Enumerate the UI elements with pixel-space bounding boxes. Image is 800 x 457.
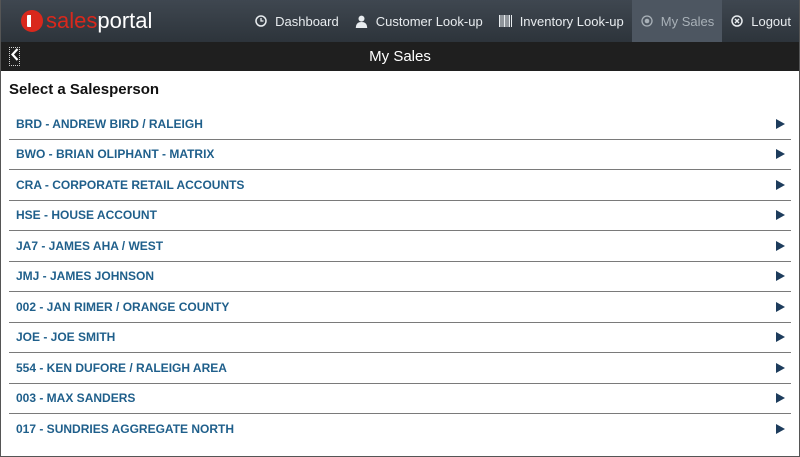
nav-inventory-lookup[interactable]: Inventory Look-up — [491, 0, 632, 42]
barcode-icon — [499, 14, 513, 28]
logo-door-icon — [21, 10, 43, 32]
play-arrow-icon — [776, 301, 785, 312]
nav-my-sales[interactable]: My Sales — [631, 0, 723, 42]
top-navbar: salesportal Dashboard Customer Look-up I… — [1, 0, 799, 42]
play-arrow-icon — [776, 118, 785, 129]
list-item[interactable]: JOE - JOE SMITH — [9, 323, 791, 353]
salesperson-list: BRD - ANDREW BIRD / RALEIGH BWO - BRIAN … — [9, 109, 791, 445]
salesperson-label: BWO - BRIAN OLIPHANT - MATRIX — [16, 147, 215, 162]
app-frame: salesportal Dashboard Customer Look-up I… — [0, 0, 800, 457]
salesperson-label: 554 - KEN DUFORE / RALEIGH AREA — [16, 360, 227, 375]
nav-logout-label: Logout — [751, 13, 791, 29]
play-arrow-icon — [776, 332, 785, 343]
salesperson-label: 003 - MAX SANDERS — [16, 391, 136, 406]
salesperson-label: 002 - JAN RIMER / ORANGE COUNTY — [16, 299, 230, 314]
target-icon — [640, 14, 654, 28]
nav-my-sales-label: My Sales — [660, 13, 715, 29]
list-item[interactable]: HSE - HOUSE ACCOUNT — [9, 201, 791, 231]
main-content: Select a Salesperson BRD - ANDREW BIRD /… — [9, 71, 791, 445]
list-item[interactable]: CRA - CORPORATE RETAIL ACCOUNTS — [9, 170, 791, 201]
play-arrow-icon — [776, 393, 785, 404]
list-item[interactable]: 554 - KEN DUFORE / RALEIGH AREA — [9, 353, 791, 384]
play-arrow-icon — [776, 424, 785, 435]
logo-suffix: portal — [97, 8, 153, 33]
salesperson-label: HSE - HOUSE ACCOUNT — [16, 208, 157, 223]
page-title: My Sales — [369, 48, 431, 65]
logo-prefix: sales — [46, 8, 98, 33]
list-item[interactable]: JA7 - JAMES AHA / WEST — [9, 231, 791, 262]
chevron-left-icon — [10, 47, 19, 66]
play-arrow-icon — [776, 362, 785, 373]
person-icon — [355, 14, 369, 28]
close-circle-icon — [730, 14, 744, 28]
nav-dashboard[interactable]: Dashboard — [246, 0, 347, 42]
nav-customer-lookup-label: Customer Look-up — [375, 13, 483, 29]
list-item[interactable]: 003 - MAX SANDERS — [9, 384, 791, 414]
salesperson-label: CRA - CORPORATE RETAIL ACCOUNTS — [16, 177, 245, 192]
play-arrow-icon — [776, 149, 785, 160]
section-heading: Select a Salesperson — [9, 81, 160, 98]
salesperson-label: JA7 - JAMES AHA / WEST — [16, 238, 164, 253]
back-button[interactable] — [9, 47, 20, 66]
list-item[interactable]: BWO - BRIAN OLIPHANT - MATRIX — [9, 140, 791, 170]
list-item[interactable]: JMJ - JAMES JOHNSON — [9, 262, 791, 292]
salesperson-label: 017 - SUNDRIES AGGREGATE NORTH — [16, 422, 235, 437]
play-arrow-icon — [776, 179, 785, 190]
salesperson-label: BRD - ANDREW BIRD / RALEIGH — [16, 116, 203, 131]
main-nav: Dashboard Customer Look-up Inventory Loo… — [246, 0, 799, 42]
play-arrow-icon — [776, 210, 785, 221]
list-item[interactable]: BRD - ANDREW BIRD / RALEIGH — [9, 109, 791, 140]
salesperson-label: JMJ - JAMES JOHNSON — [16, 269, 155, 284]
play-arrow-icon — [776, 240, 785, 251]
page-titlebar: My Sales — [1, 42, 799, 71]
nav-inventory-lookup-label: Inventory Look-up — [519, 13, 624, 29]
nav-logout[interactable]: Logout — [722, 0, 799, 42]
clock-icon — [254, 14, 268, 28]
logo-text: salesportal — [46, 8, 152, 34]
salesperson-label: JOE - JOE SMITH — [16, 330, 116, 345]
list-item[interactable]: 002 - JAN RIMER / ORANGE COUNTY — [9, 292, 791, 323]
nav-customer-lookup[interactable]: Customer Look-up — [347, 0, 491, 42]
nav-dashboard-label: Dashboard — [275, 13, 339, 29]
list-item[interactable]: 017 - SUNDRIES AGGREGATE NORTH — [9, 414, 791, 445]
play-arrow-icon — [776, 271, 785, 282]
